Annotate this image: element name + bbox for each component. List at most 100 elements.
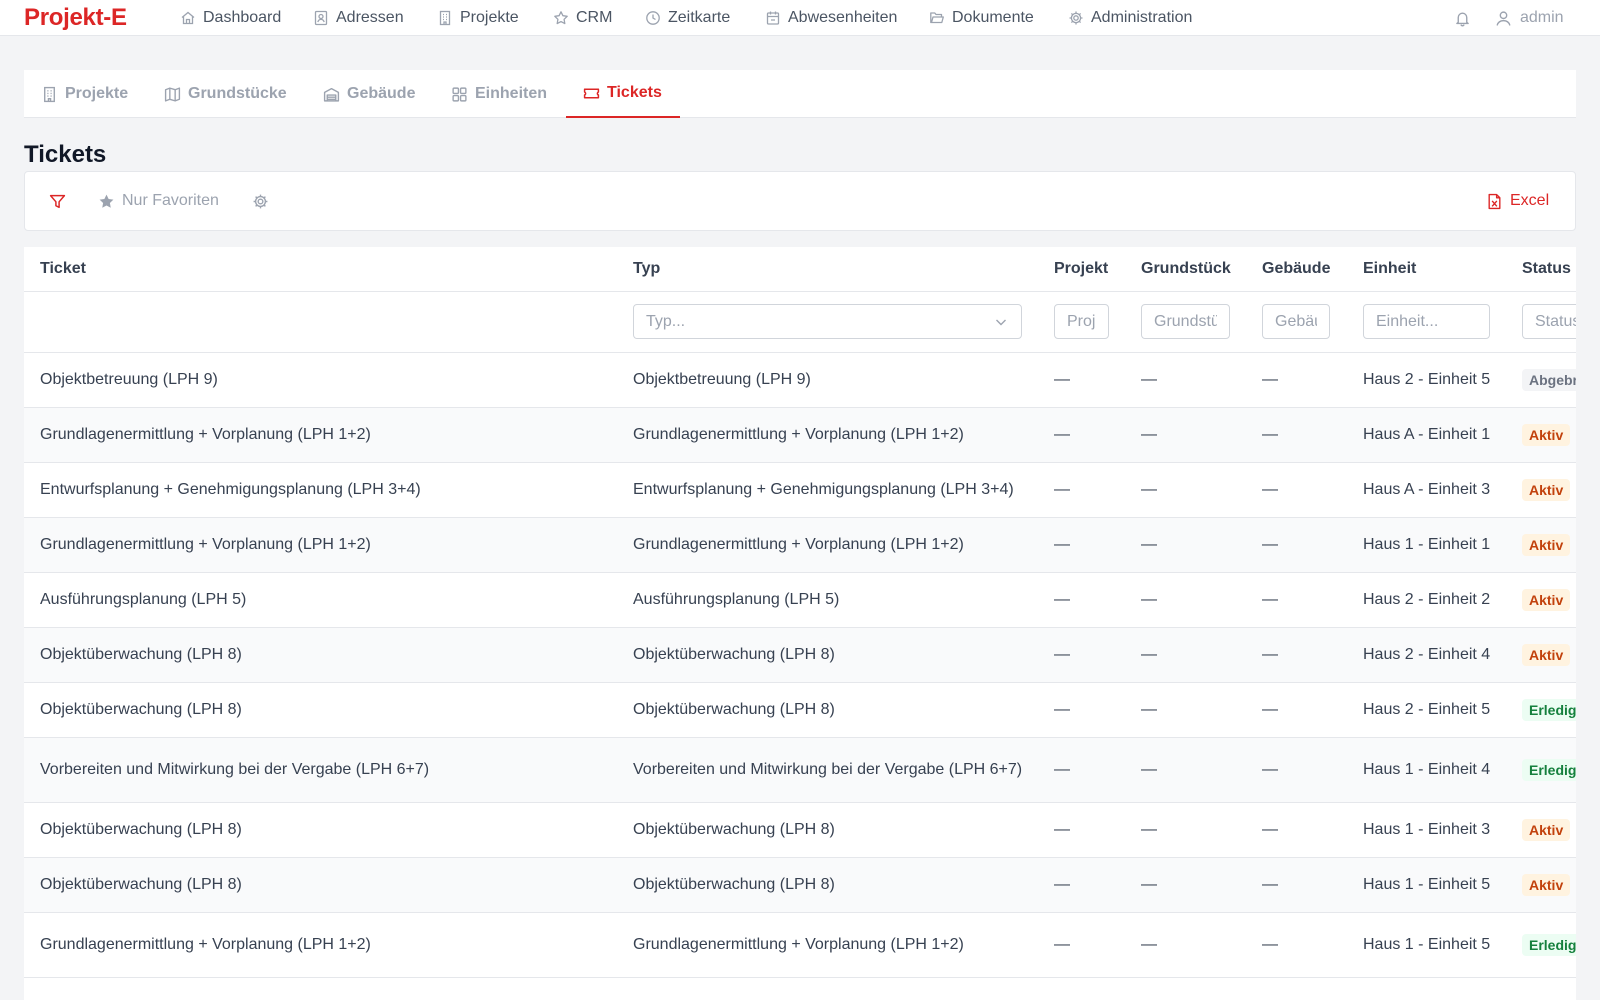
cell-projekt: —: [1054, 426, 1070, 443]
status-badge: Aktiv: [1522, 644, 1571, 666]
status-badge: Abgebrochen: [1522, 369, 1576, 391]
app-logo[interactable]: Projekt-E: [24, 4, 127, 32]
table-row[interactable]: Grundlagenermittlung + Vorplanung (LPH 1…: [24, 913, 1576, 978]
nav-item-projekte[interactable]: Projekte: [437, 0, 519, 36]
notifications-button[interactable]: [1454, 0, 1471, 36]
nav-item-label: Abwesenheiten: [788, 9, 898, 26]
table-row[interactable]: Ausführungsplanung (LPH 5) Ausführungspla…: [24, 573, 1576, 628]
cell-typ: Grundlagenermittlung + Vorplanung (LPH 1…: [633, 536, 964, 553]
table-row[interactable]: Grundlagenermittlung + Vorplanung (LPH 1…: [24, 408, 1576, 463]
status-filter-input[interactable]: [1522, 304, 1576, 339]
nav-item-dashboard[interactable]: Dashboard: [180, 0, 281, 36]
cell-projekt: —: [1054, 646, 1070, 663]
cell-ticket: Ausführungsplanung (LPH 5): [40, 591, 247, 608]
column-header-einheit[interactable]: Einheit: [1363, 247, 1416, 291]
user-menu[interactable]: admin: [1495, 0, 1564, 36]
star-icon: [553, 10, 569, 26]
cell-ticket: Objektüberwachung (LPH 8): [40, 876, 242, 893]
building-icon: [41, 86, 58, 103]
nav-item-zeitkarte[interactable]: Zeitkarte: [645, 0, 730, 36]
cell-typ: Objektüberwachung (LPH 8): [633, 646, 835, 663]
table-row[interactable]: Objektbetreuung (LPH 9) Objektbetreuung (…: [24, 353, 1576, 408]
cell-ticket: Objektbetreuung (LPH 9): [40, 371, 218, 388]
table-row[interactable]: Entwurfsplanung + Genehmigungsplanung (L…: [24, 463, 1576, 518]
nav-item-administration[interactable]: Administration: [1068, 0, 1192, 36]
column-header-ticket[interactable]: Ticket: [40, 247, 86, 291]
cell-grundstueck: —: [1141, 646, 1157, 663]
top-navigation: Projekt-E Dashboard Adressen Projekte CR…: [0, 0, 1600, 36]
cell-ticket: Entwurfsplanung + Genehmigungsplanung (L…: [40, 481, 421, 498]
warehouse-icon: [323, 86, 340, 103]
cell-projekt: —: [1054, 936, 1070, 953]
cell-projekt: —: [1054, 761, 1070, 778]
column-filter-row: Typ...: [24, 291, 1576, 353]
cell-status: Erledigt: [1522, 683, 1576, 737]
cell-status: Aktiv: [1522, 408, 1571, 462]
nav-item-label: Dokumente: [952, 9, 1034, 26]
excel-export-button[interactable]: Excel: [1486, 172, 1549, 230]
nav-item-abwesenheiten[interactable]: Abwesenheiten: [765, 0, 897, 36]
map-icon: [164, 86, 181, 103]
nav-item-label: Zeitkarte: [668, 9, 731, 26]
cell-einheit: Haus 1 - Einheit 1: [1363, 536, 1491, 553]
cell-gebaeude: —: [1262, 701, 1278, 718]
column-header-gebaeude[interactable]: Gebäude: [1262, 247, 1330, 291]
tab-projekte[interactable]: Projekte: [41, 70, 128, 118]
nav-item-label: Administration: [1091, 9, 1193, 26]
column-header-projekt[interactable]: Projekt: [1054, 247, 1108, 291]
tab-tickets[interactable]: Tickets: [566, 70, 680, 118]
cell-status: Aktiv: [1522, 858, 1571, 912]
cell-grundstueck: —: [1141, 761, 1157, 778]
status-badge: Aktiv: [1522, 424, 1571, 446]
nav-item-crm[interactable]: CRM: [553, 0, 612, 36]
favorites-toggle[interactable]: Nur Favoriten: [98, 172, 219, 230]
nav-item-adressen[interactable]: Adressen: [313, 0, 404, 36]
tab-einheiten[interactable]: Einheiten: [451, 70, 547, 118]
column-header-typ[interactable]: Typ: [633, 247, 660, 291]
filter-button[interactable]: [49, 172, 66, 230]
grundstueck-filter-input[interactable]: [1141, 304, 1230, 339]
gear-icon: [1068, 10, 1084, 26]
column-header-grundstueck[interactable]: Grundstück: [1141, 247, 1231, 291]
home-icon: [180, 10, 196, 26]
nav-item-label: Dashboard: [203, 9, 282, 26]
cell-gebaeude: —: [1262, 936, 1278, 953]
cell-typ: Objektbetreuung (LPH 9): [633, 371, 811, 388]
bell-icon: [1454, 10, 1471, 27]
cell-gebaeude: —: [1262, 646, 1278, 663]
status-badge: Erledigt: [1522, 934, 1576, 956]
tab-gebaeude[interactable]: Gebäude: [323, 70, 415, 118]
folder-icon: [929, 10, 945, 26]
page-title: Tickets: [24, 141, 107, 168]
entity-tabs: Projekte Grundstücke Gebäude Einheiten T…: [24, 70, 1576, 118]
cell-status: Erledigt: [1522, 738, 1576, 802]
cell-typ: Objektüberwachung (LPH 8): [633, 876, 835, 893]
cell-gebaeude: —: [1262, 481, 1278, 498]
cell-projekt: —: [1054, 481, 1070, 498]
typ-filter-select[interactable]: Typ...: [633, 304, 1022, 339]
cell-typ: Vorbereiten und Mitwirkung bei der Verga…: [633, 761, 1023, 778]
tab-grundstuecke[interactable]: Grundstücke: [164, 70, 287, 118]
cell-einheit: Haus 1 - Einheit 5: [1363, 876, 1491, 893]
cell-einheit: Haus 2 - Einheit 4: [1363, 646, 1491, 663]
projekt-filter-input[interactable]: [1054, 304, 1109, 339]
einheit-filter-input[interactable]: [1363, 304, 1490, 339]
cell-grundstueck: —: [1141, 701, 1157, 718]
table-row[interactable]: Objektüberwachung (LPH 8) Objektüberwachu…: [24, 858, 1576, 913]
gebaeude-filter-input[interactable]: [1262, 304, 1330, 339]
nav-item-dokumente[interactable]: Dokumente: [929, 0, 1034, 36]
excel-file-icon: [1486, 193, 1503, 210]
cell-ticket: Grundlagenermittlung + Vorplanung (LPH 1…: [40, 426, 371, 443]
calendar-icon: [765, 10, 781, 26]
cell-ticket: Objektüberwachung (LPH 8): [40, 821, 242, 838]
cell-ticket: Grundlagenermittlung + Vorplanung (LPH 1…: [40, 536, 371, 553]
table-row[interactable]: Grundlagenermittlung + Vorplanung (LPH 1…: [24, 518, 1576, 573]
table-row[interactable]: Objektüberwachung (LPH 8) Objektüberwachu…: [24, 628, 1576, 683]
column-settings-button[interactable]: [252, 172, 269, 230]
table-row[interactable]: Vorbereiten und Mitwirkung bei der Verga…: [24, 738, 1576, 803]
column-header-status[interactable]: Status: [1522, 247, 1571, 291]
table-row[interactable]: Objektüberwachung (LPH 8) Objektüberwachu…: [24, 683, 1576, 738]
cell-status: Erledigt: [1522, 913, 1576, 977]
table-row[interactable]: Objektüberwachung (LPH 8) Objektüberwachu…: [24, 803, 1576, 858]
cell-projekt: —: [1054, 821, 1070, 838]
